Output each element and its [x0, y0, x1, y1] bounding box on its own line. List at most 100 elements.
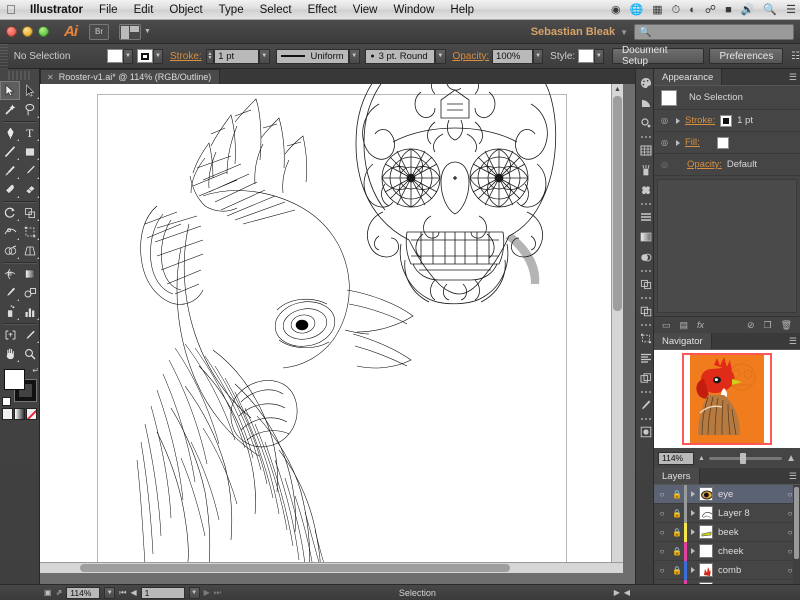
add-new-effect-icon[interactable]: fx: [697, 320, 704, 330]
menu-item-illustrator[interactable]: Illustrator: [22, 0, 91, 20]
blend-tool[interactable]: [20, 283, 40, 302]
pathfinder-panel-icon[interactable]: [636, 274, 655, 294]
document-canvas[interactable]: ▲ ▼: [40, 84, 623, 573]
graphic-styles-panel-icon[interactable]: [636, 368, 655, 388]
type-tool[interactable]: T: [20, 123, 40, 142]
last-artboard-icon[interactable]: ⏭: [214, 588, 221, 598]
none-mode-icon[interactable]: [26, 408, 37, 420]
visibility-icon[interactable]: ○: [654, 528, 670, 537]
user-account-menu[interactable]: Sebastian Bleak ▼: [531, 20, 628, 44]
zoom-slider-knob[interactable]: [740, 453, 746, 464]
close-icon[interactable]: ✕: [47, 73, 54, 82]
visibility-icon[interactable]: ○: [654, 547, 670, 556]
lock-icon[interactable]: 🔒: [670, 566, 684, 575]
align-panel-icon[interactable]: [636, 207, 655, 227]
tab-appearance[interactable]: Appearance: [654, 69, 722, 85]
fill-color-box[interactable]: [4, 369, 25, 390]
opacity-value[interactable]: 100%: [492, 49, 533, 64]
color-guide-panel-icon[interactable]: [636, 93, 655, 113]
menu-item-type[interactable]: Type: [211, 0, 252, 20]
swap-fill-stroke-icon[interactable]: ↵: [32, 366, 39, 375]
visibility-icon[interactable]: ○: [654, 509, 670, 518]
layer-name[interactable]: cheek: [718, 546, 780, 557]
arrange-documents-icon[interactable]: [119, 24, 141, 40]
fill-swatch[interactable]: [717, 137, 729, 149]
navigator-zoom-slider[interactable]: [709, 457, 782, 460]
tab-navigator[interactable]: Navigator: [654, 333, 712, 349]
artboard-navigation-icon[interactable]: ▣: [44, 588, 52, 597]
chevron-down-icon[interactable]: ▼: [144, 28, 151, 35]
horizontal-scroll-thumb[interactable]: [80, 564, 510, 572]
export-icon[interactable]: ⇗: [56, 588, 63, 597]
rectangle-tool[interactable]: [20, 142, 40, 161]
vertical-scroll-thumb[interactable]: [613, 96, 622, 311]
layers-scrollbar[interactable]: [793, 485, 800, 600]
gradient-mode-icon[interactable]: [14, 408, 25, 420]
panel-menu-icon[interactable]: ☰: [789, 72, 797, 83]
graphic-style-dropdown[interactable]: ▼: [594, 49, 605, 64]
menu-item-window[interactable]: Window: [385, 0, 442, 20]
spotlight-search-icon[interactable]: 🔍: [763, 5, 777, 16]
blob-brush-tool[interactable]: [0, 180, 20, 199]
menu-item-file[interactable]: File: [91, 0, 126, 20]
bluetooth-icon[interactable]: ☍: [705, 5, 716, 16]
scroll-up-icon[interactable]: ▲: [614, 86, 621, 93]
artboard-dropdown[interactable]: ▼: [189, 587, 200, 599]
zoom-tool[interactable]: [20, 344, 40, 363]
zoom-window-button[interactable]: [38, 26, 49, 37]
appearance-fill-label[interactable]: Fill:: [685, 137, 700, 148]
chevron-right-icon[interactable]: [676, 118, 680, 124]
status-zoom-value[interactable]: 114%: [66, 587, 100, 599]
fill-swatch-dropdown[interactable]: ▼: [123, 49, 134, 64]
fill-color-swatch[interactable]: [107, 49, 122, 63]
expand-layer-icon[interactable]: [687, 567, 699, 573]
menu-item-help[interactable]: Help: [442, 0, 482, 20]
preferences-button[interactable]: Preferences: [709, 48, 783, 64]
stroke-profile-select[interactable]: Uniform: [276, 49, 349, 64]
stroke-panel-icon[interactable]: [636, 140, 655, 160]
gradient-panel-icon[interactable]: [636, 227, 655, 247]
brush-definition-dropdown[interactable]: ▼: [435, 49, 446, 64]
opacity-label[interactable]: Opacity:: [452, 51, 489, 62]
layer-name[interactable]: beek: [718, 527, 780, 538]
hand-tool[interactable]: [0, 344, 20, 363]
add-new-stroke-icon[interactable]: ▭: [662, 320, 671, 331]
default-fill-stroke-icon[interactable]: [2, 397, 11, 406]
status-menu-icon[interactable]: ▶: [614, 588, 620, 597]
visibility-icon[interactable]: ○: [654, 490, 670, 499]
layer-row-layer-8[interactable]: ○ 🔒 Layer 8 ○: [654, 504, 800, 523]
stroke-weight-dropdown[interactable]: ▼: [259, 49, 270, 64]
menu-item-object[interactable]: Object: [161, 0, 210, 20]
add-new-fill-icon[interactable]: ▤: [680, 320, 689, 331]
appearance-stroke-label[interactable]: Stroke:: [685, 115, 715, 126]
document-tab[interactable]: ✕ Rooster-v1.ai* @ 114% (RGB/Outline): [40, 69, 220, 84]
duplicate-item-icon[interactable]: ❐: [763, 320, 771, 331]
selection-tool[interactable]: [0, 81, 20, 100]
navigator-zoom-value[interactable]: 114%: [658, 452, 694, 465]
panel-menu-icon[interactable]: ☰: [789, 471, 797, 482]
scale-tool[interactable]: [20, 203, 40, 222]
transparency-panel-icon[interactable]: [636, 247, 655, 267]
line-segment-tool[interactable]: [0, 142, 20, 161]
go-to-bridge-button[interactable]: Br: [89, 24, 109, 40]
artboard-tool[interactable]: [0, 325, 20, 344]
direct-selection-tool[interactable]: [20, 81, 40, 100]
menu-item-edit[interactable]: Edit: [126, 0, 162, 20]
perspective-grid-tool[interactable]: [20, 241, 40, 260]
stroke-weight-value[interactable]: 1 pt: [214, 49, 259, 64]
layers-scroll-thumb[interactable]: [794, 487, 799, 559]
menu-item-view[interactable]: View: [345, 0, 386, 20]
opacity-dropdown[interactable]: ▼: [533, 49, 544, 64]
appearance-row-stroke[interactable]: ◎ Stroke: 1 pt: [654, 110, 800, 132]
pen-tool[interactable]: [0, 123, 20, 142]
search-input[interactable]: 🔍: [634, 24, 794, 40]
panel-overflow-icon[interactable]: ☷: [791, 51, 800, 62]
visibility-icon[interactable]: ◎: [658, 138, 671, 147]
volume-icon[interactable]: 🔊: [741, 5, 755, 16]
panel-menu-icon[interactable]: ☰: [789, 336, 797, 347]
expand-layer-icon[interactable]: [687, 491, 699, 497]
canvas-vertical-scrollbar[interactable]: ▲ ▼: [611, 84, 623, 573]
column-graph-tool[interactable]: [20, 302, 40, 321]
lasso-tool[interactable]: [20, 100, 40, 119]
appearance-row-opacity[interactable]: ◎ Opacity: Default: [654, 154, 800, 176]
